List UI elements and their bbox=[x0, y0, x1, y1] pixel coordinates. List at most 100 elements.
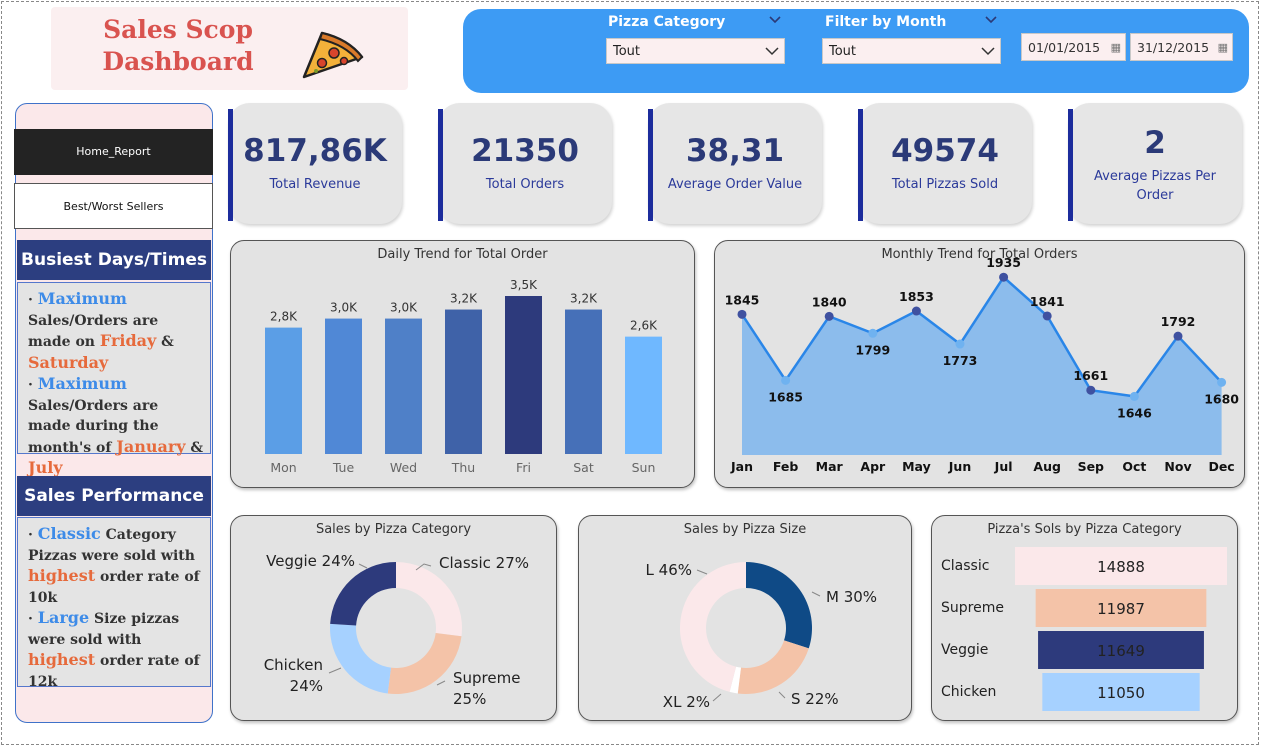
x-tick-label: Nov bbox=[1164, 459, 1191, 474]
kpi-card-total-pizzas-sold: 49574 Total Pizzas Sold bbox=[858, 103, 1032, 224]
kpi-label: Total Orders bbox=[485, 177, 565, 192]
chevron-down-icon[interactable] bbox=[984, 14, 998, 26]
slice-label: Veggie 24% bbox=[266, 552, 355, 570]
slice-label: XL 2% bbox=[663, 693, 710, 711]
slice-label: Chicken bbox=[264, 656, 323, 674]
category-label: Supreme bbox=[941, 600, 1004, 616]
list-item: · Classic Category Pizzas were sold with… bbox=[28, 524, 200, 606]
leader-line bbox=[696, 569, 708, 575]
data-label: 2,8K bbox=[270, 310, 298, 324]
data-label: 1646 bbox=[1117, 405, 1152, 420]
data-point bbox=[737, 309, 747, 319]
data-label: 1792 bbox=[1161, 314, 1196, 329]
kpi-card-average-order-value: 38,31 Average Order Value bbox=[648, 103, 822, 224]
data-point bbox=[1042, 311, 1052, 321]
category-sold-chart: Classic 14888 Supreme 11987 Veggie 11649 Chick… bbox=[941, 547, 1227, 711]
size-donut-panel: Sales by Pizza Size M 30% S 22% XL 2% L 46% bbox=[578, 515, 912, 721]
month-filter-label: Filter by Month bbox=[825, 14, 947, 30]
data-point bbox=[824, 311, 834, 321]
date-from-input[interactable]: 01/01/2015 ▦ bbox=[1021, 33, 1126, 61]
category-donut-panel: Sales by Pizza Category Classic 27% Supre… bbox=[230, 515, 557, 721]
kpi-value: 21350 bbox=[471, 133, 579, 169]
data-label: 3,2K bbox=[570, 292, 598, 306]
x-tick-label: Jun bbox=[948, 459, 971, 474]
bar bbox=[325, 318, 362, 454]
leader-line bbox=[436, 680, 446, 686]
data-label: 1845 bbox=[725, 292, 760, 307]
x-tick-label: Sat bbox=[573, 460, 594, 475]
kpi-label: Average Pizzas Per Order bbox=[1094, 169, 1216, 203]
data-label: 1841 bbox=[1030, 294, 1065, 309]
chevron-down-icon bbox=[981, 47, 995, 56]
x-tick-label: Mar bbox=[816, 459, 844, 474]
category-label: Veggie bbox=[941, 642, 988, 658]
x-tick-label: Apr bbox=[860, 459, 886, 474]
donut-slice bbox=[737, 640, 809, 694]
x-tick-label: Tue bbox=[332, 460, 355, 475]
x-tick-label: Feb bbox=[773, 459, 799, 474]
x-tick-label: Sun bbox=[632, 460, 656, 475]
slice-label: Supreme bbox=[453, 669, 520, 687]
date-to-input[interactable]: 31/12/2015 ▦ bbox=[1130, 33, 1233, 61]
donut-slice bbox=[330, 562, 396, 626]
busiest-days-notes: · Maximum Sales/Orders are made on Frida… bbox=[17, 282, 211, 477]
data-label: 1773 bbox=[943, 353, 978, 368]
title-line-1: Sales Scop bbox=[103, 15, 253, 44]
calendar-icon[interactable]: ▦ bbox=[1218, 41, 1228, 54]
calendar-icon[interactable]: ▦ bbox=[1111, 41, 1121, 54]
date-from-value: 01/01/2015 bbox=[1028, 40, 1101, 55]
leader-line bbox=[778, 691, 786, 699]
x-tick-label: Fri bbox=[516, 460, 531, 475]
slice-label: 25% bbox=[453, 690, 486, 708]
list-item: · Maximum Sales/Orders are made on Frida… bbox=[28, 289, 174, 372]
donut-slice bbox=[330, 623, 391, 694]
data-label: 14888 bbox=[1097, 558, 1145, 576]
data-point bbox=[781, 375, 791, 385]
slice-label: Classic 27% bbox=[439, 554, 529, 572]
x-tick-label: Sep bbox=[1078, 459, 1104, 474]
data-label: 2,6K bbox=[630, 319, 658, 333]
data-label: 1680 bbox=[1204, 391, 1239, 406]
leader-line bbox=[328, 667, 342, 674]
kpi-card-total-revenue: 817,86K Total Revenue bbox=[228, 103, 402, 224]
daily-trend-panel: Daily Trend for Total Order 2,8K Mon 3,0K T… bbox=[230, 240, 695, 488]
data-point bbox=[1173, 331, 1183, 341]
category-select[interactable]: Tout bbox=[606, 38, 785, 64]
bar bbox=[625, 336, 662, 454]
x-tick-label: Dec bbox=[1208, 459, 1234, 474]
data-label: 11649 bbox=[1097, 642, 1145, 660]
kpi-label: Average Order Value bbox=[667, 177, 803, 192]
category-label: Classic bbox=[941, 558, 989, 574]
data-label: 3,0K bbox=[330, 301, 358, 315]
slice-label: L 46% bbox=[646, 561, 692, 579]
data-label: 1799 bbox=[855, 342, 890, 357]
dashboard-title: Sales Scop Dashboard bbox=[78, 14, 278, 78]
x-tick-label: May bbox=[902, 459, 931, 474]
data-label: 1661 bbox=[1073, 368, 1108, 383]
best-worst-sellers-button[interactable]: Best/Worst Sellers bbox=[14, 183, 213, 229]
chevron-down-icon bbox=[765, 47, 779, 56]
kpi-label: Total Pizzas Sold bbox=[891, 177, 999, 192]
chevron-down-icon[interactable] bbox=[768, 14, 782, 26]
donut-slice bbox=[746, 562, 812, 649]
x-tick-label: Wed bbox=[390, 460, 417, 475]
category-select-value: Tout bbox=[613, 44, 641, 59]
data-label: 11987 bbox=[1097, 600, 1145, 618]
size-donut-chart: M 30% S 22% XL 2% L 46% bbox=[646, 561, 878, 711]
category-filter-label: Pizza Category bbox=[608, 14, 726, 30]
bar bbox=[445, 309, 482, 454]
donut-slice bbox=[387, 633, 462, 694]
data-label: 3,5K bbox=[510, 278, 538, 292]
pizza-slice-icon bbox=[302, 31, 364, 79]
bar bbox=[565, 309, 602, 454]
home-report-button[interactable]: Home_Report bbox=[14, 129, 213, 175]
bar bbox=[385, 318, 422, 454]
category-sold-panel: Pizza's Sols by Pizza Category Classic 14… bbox=[931, 515, 1238, 721]
slice-label: 24% bbox=[290, 677, 323, 695]
month-select[interactable]: Tout bbox=[822, 38, 1001, 64]
data-point bbox=[911, 306, 921, 316]
data-label: 11050 bbox=[1097, 684, 1145, 702]
donut-slice bbox=[396, 562, 462, 637]
slice-label: S 22% bbox=[791, 690, 839, 708]
kpi-value: 38,31 bbox=[685, 133, 785, 169]
